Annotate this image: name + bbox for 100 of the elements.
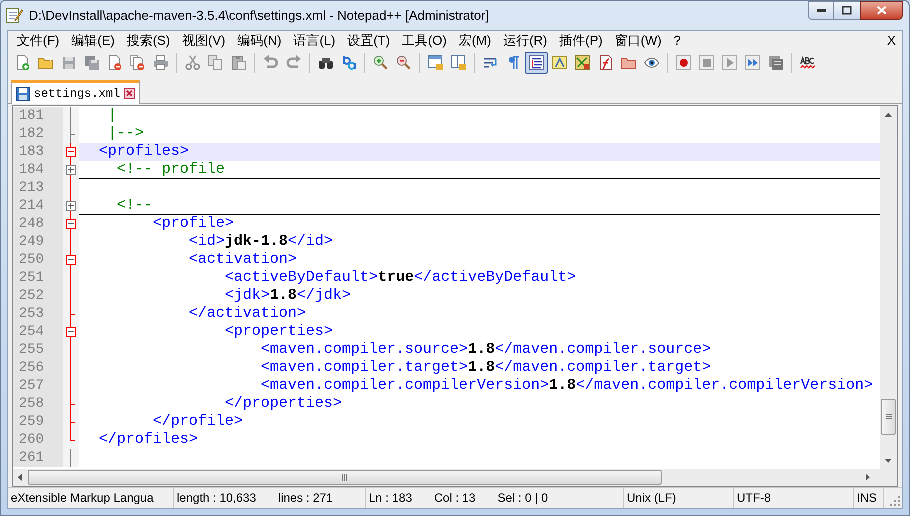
code-line: <activation>: [188, 251, 298, 268]
window-lock-icon: [450, 55, 466, 71]
zoom-out-icon: [396, 55, 412, 71]
code-line: <maven.compiler.source>1.8</maven.compiler.source>: [260, 341, 712, 358]
line-number: 249: [13, 233, 63, 251]
status-text: Unix (LF): [627, 490, 676, 507]
horizontal-scrollbar-thumb[interactable]: [28, 470, 662, 485]
close-files-icon: [130, 55, 146, 71]
menu-item[interactable]: 编辑(E): [66, 30, 121, 50]
status-text: INS: [857, 490, 878, 507]
undo-icon: [262, 55, 278, 71]
minimize-button[interactable]: [808, 1, 834, 20]
stop-icon: [698, 55, 714, 71]
line-number: 248: [13, 215, 63, 233]
new-file-icon: [14, 55, 30, 71]
code-line: <profiles>: [98, 143, 190, 160]
collapse-icon[interactable]: [66, 327, 76, 337]
code-line: <properties>: [224, 323, 334, 340]
fast-forward-icon: [744, 55, 760, 71]
window-title: D:\DevInstall\apache-maven-3.5.4\conf\settings.xml - Notepad++ [Administrator]: [29, 6, 490, 25]
line-number: 255: [13, 341, 63, 359]
menu-item[interactable]: ?: [668, 30, 688, 50]
line-number: 260: [13, 431, 63, 449]
menu-item[interactable]: 宏(M): [452, 30, 498, 50]
line-number: 181: [13, 107, 63, 125]
floppies-icon: [84, 55, 100, 71]
vertical-scrollbar[interactable]: [880, 106, 897, 469]
expand-icon[interactable]: [66, 165, 76, 175]
replace-icon: [340, 55, 356, 71]
scroll-up-icon[interactable]: [885, 113, 892, 117]
line-number: 254: [13, 323, 63, 341]
code-line: <id>jdk-1.8</id>: [188, 233, 334, 250]
line-number: 251: [13, 269, 63, 287]
menu-item[interactable]: 文件(F): [11, 30, 66, 50]
close-icon[interactable]: [124, 88, 136, 99]
collapse-icon[interactable]: [66, 147, 76, 157]
code-line: <!--: [116, 197, 154, 214]
menu-item[interactable]: 窗口(W): [608, 30, 668, 50]
code-line: <maven.compiler.target>1.8</maven.compiler.target>: [260, 359, 712, 376]
document-map-icon: [574, 55, 590, 71]
line-number: 214: [13, 197, 63, 215]
close-button[interactable]: [860, 1, 903, 20]
line-number: 184: [13, 161, 63, 179]
line-number: 213: [13, 179, 63, 197]
floppy-icon: [16, 86, 30, 100]
code-line: <jdk>1.8</jdk>: [224, 287, 352, 304]
status-text: Col : 13: [434, 490, 476, 507]
toolbar-button[interactable]: [525, 52, 548, 74]
code-line: <maven.compiler.compilerVersion>1.8</maven.compiler.compilerVersion>: [260, 377, 874, 394]
line-number: 250: [13, 251, 63, 269]
menu-item[interactable]: 语言(L): [288, 30, 342, 50]
copy-icon: [208, 55, 224, 71]
expand-icon[interactable]: [66, 201, 76, 211]
file-tab[interactable]: settings.xml: [11, 80, 140, 104]
collapse-icon[interactable]: [66, 255, 76, 265]
code-line: |: [107, 107, 118, 124]
resize-grip-icon[interactable]: [890, 496, 900, 506]
scrollbar-thumb[interactable]: [881, 399, 896, 435]
collapse-icon[interactable]: [66, 219, 76, 229]
scroll-down-icon[interactable]: [885, 459, 892, 463]
maximize-icon: [842, 6, 852, 15]
scroll-left-icon[interactable]: [18, 474, 22, 481]
status-text: eXtensible Markup Langua: [11, 490, 154, 507]
record-icon: [676, 55, 692, 71]
spellcheck-icon: [800, 55, 816, 71]
menu-item[interactable]: 编码(N): [232, 30, 288, 50]
menu-item[interactable]: 插件(P): [554, 30, 609, 50]
close-icon: [876, 6, 886, 15]
save-macro-icon: [768, 55, 784, 71]
maximize-button[interactable]: [834, 1, 860, 20]
status-text: lines : 271: [278, 490, 334, 507]
notepad-icon: [6, 7, 23, 24]
menu-item[interactable]: 搜索(S): [120, 30, 176, 50]
code-line: </profile>: [152, 413, 244, 430]
close-document-button[interactable]: X: [887, 30, 896, 50]
status-text: UTF-8: [737, 490, 771, 507]
line-number: 258: [13, 395, 63, 413]
close-file-icon: [106, 55, 122, 71]
play-icon: [722, 55, 738, 71]
line-number: 182: [13, 125, 63, 143]
menu-item[interactable]: 工具(O): [396, 30, 453, 50]
redo-icon: [286, 55, 302, 71]
eye-icon: [644, 55, 660, 71]
indent-guide-icon: [528, 55, 544, 71]
status-text: length : 10,633: [177, 490, 256, 507]
language-icon: [552, 55, 568, 71]
binoculars-icon: [318, 55, 334, 71]
code-editor[interactable]: [13, 106, 880, 469]
menu-item[interactable]: 视图(V): [176, 30, 232, 50]
scroll-right-icon[interactable]: [866, 474, 870, 481]
code-line: |-->: [107, 125, 144, 142]
code-line: </properties>: [224, 395, 342, 412]
clipboard-icon: [230, 55, 246, 71]
line-number: 257: [13, 377, 63, 395]
status-text: Sel : 0 | 0: [498, 490, 548, 507]
line-number: 259: [13, 413, 63, 431]
menu-item[interactable]: 运行(R): [497, 30, 554, 50]
menu-item[interactable]: 设置(T): [342, 30, 396, 50]
code-line: </activation>: [188, 305, 306, 322]
status-text: Ln : 183: [369, 490, 412, 507]
